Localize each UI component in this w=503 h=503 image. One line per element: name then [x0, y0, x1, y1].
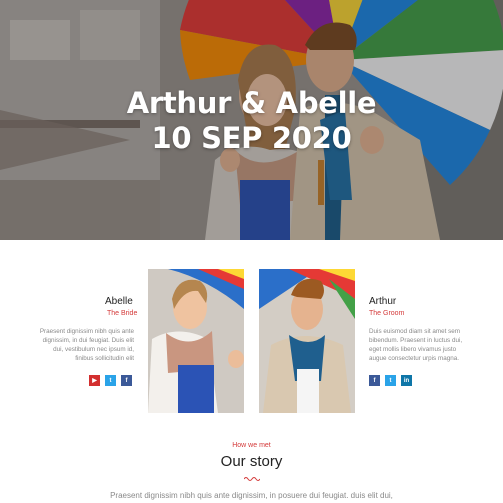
twitter-icon[interactable]: t [385, 375, 396, 386]
groom-social-links: f t in [369, 375, 412, 386]
bride-role: The Bride [107, 310, 138, 317]
story-text: Praesent dignissim nibh quis ante dignis… [110, 491, 393, 500]
bride-bio: Praesent dignissim nibh quis ante dignis… [39, 328, 134, 362]
bride-name: Abelle [105, 296, 133, 307]
squiggle-divider-icon [244, 477, 260, 481]
story-title: Our story [220, 453, 283, 470]
hero-banner: Arthur & Abelle 10 SEP 2020 [0, 0, 503, 240]
hero-couple-names: Arthur & Abelle [126, 86, 377, 120]
groom-name: Arthur [369, 296, 397, 307]
hero-wedding-date: 10 SEP 2020 [151, 121, 352, 155]
groom-bio: Duis euismod diam sit amet sem bibendum.… [369, 328, 463, 362]
twitter-icon[interactable]: t [105, 375, 116, 386]
bride-photo [148, 269, 244, 413]
story-kicker: How we met [232, 442, 271, 449]
groom-role: The Groom [369, 310, 405, 317]
facebook-icon[interactable]: f [121, 375, 132, 386]
facebook-icon[interactable]: f [369, 375, 380, 386]
hero-overlay [0, 0, 503, 240]
youtube-icon[interactable]: ▶ [89, 375, 100, 386]
groom-photo [259, 269, 355, 413]
bride-social-links: ▶ t f [89, 375, 132, 386]
linkedin-icon[interactable]: in [401, 375, 412, 386]
